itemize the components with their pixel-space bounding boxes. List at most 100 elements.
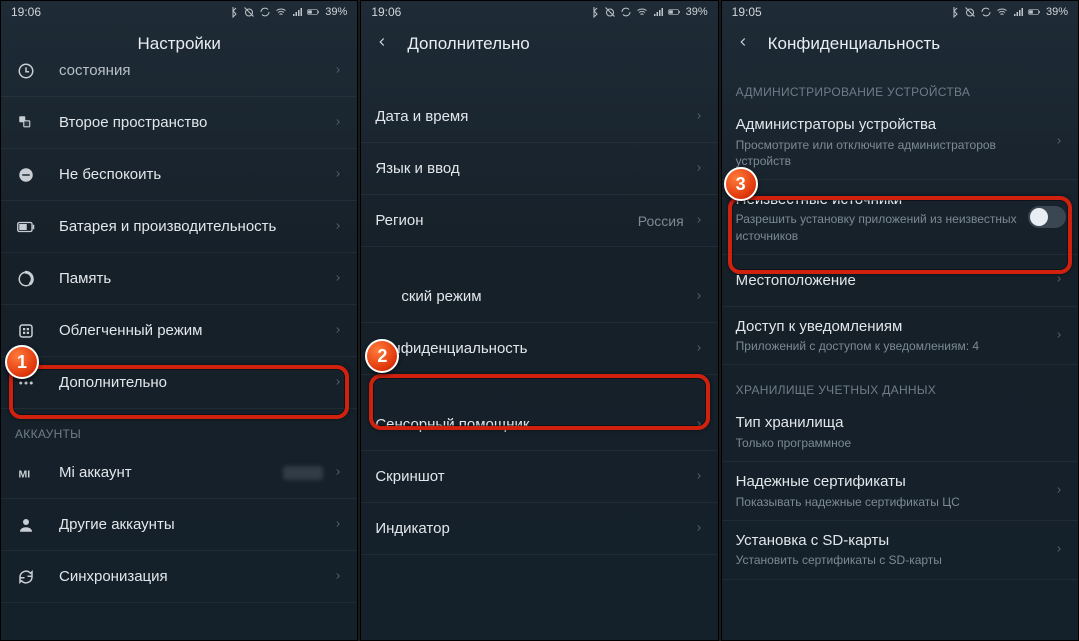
bluetooth-icon	[588, 6, 600, 18]
row-language[interactable]: Язык и ввод	[361, 143, 717, 195]
row-label: Батарея и производительность	[59, 217, 333, 237]
status-icons	[227, 6, 319, 18]
row-dnd[interactable]: Не беспокоить	[1, 149, 357, 201]
row-label: Надежные сертификаты	[736, 472, 1054, 492]
row-sync[interactable]: Синхронизация	[1, 551, 357, 603]
blurred-value	[283, 466, 323, 480]
row-label: ский режим	[401, 287, 693, 307]
row-label: Второе пространство	[59, 113, 333, 133]
row-label: Синхронизация	[59, 567, 333, 587]
row-partial-mode[interactable]: ский режим	[361, 271, 717, 323]
phone-screen-1: 19:06 39% Настройки состояния Второе про…	[0, 0, 358, 641]
row-storage-type[interactable]: Тип хранилища Только программное	[722, 403, 1078, 462]
row-second-space[interactable]: Второе пространство	[1, 97, 357, 149]
privacy-list[interactable]: АДМИНИСТРИРОВАНИЕ УСТРОЙСТВА Администрат…	[722, 67, 1078, 580]
chevron-right-icon	[1054, 327, 1064, 345]
row-privacy[interactable]: Конфиденциальность	[361, 323, 717, 375]
row-sublabel: Показывать надежные сертификаты ЦС	[736, 494, 1054, 510]
row-label: Дата и время	[375, 107, 693, 127]
row-sublabel: Разрешить установку приложений из неизве…	[736, 211, 1022, 243]
row-other-accounts[interactable]: Другие аккаунты	[1, 499, 357, 551]
chevron-right-icon	[694, 108, 704, 126]
row-mi-account[interactable]: MI Mi аккаунт	[1, 447, 357, 499]
chevron-right-icon	[1054, 133, 1064, 151]
sync-icon	[980, 6, 992, 18]
battery-icon	[668, 6, 680, 18]
row-label: Установка с SD-карты	[736, 531, 1054, 551]
settings-list[interactable]: состояния Второе пространство Не беспоко…	[1, 45, 357, 603]
row-value: Россия	[638, 213, 684, 229]
chevron-right-icon	[1054, 482, 1064, 500]
battery-icon	[1028, 6, 1040, 18]
status-icons	[948, 6, 1040, 18]
header-title: Конфиденциальность	[768, 34, 940, 54]
lite-mode-icon	[15, 320, 37, 342]
step-badge-3: 3	[724, 167, 758, 201]
status-time: 19:06	[11, 5, 41, 19]
row-additional[interactable]: Дополнительно	[1, 357, 357, 409]
back-button[interactable]	[375, 35, 389, 54]
wifi-icon	[275, 6, 287, 18]
row-status-icons[interactable]: состояния	[1, 45, 357, 97]
chevron-right-icon	[333, 114, 343, 132]
status-time: 19:06	[371, 5, 401, 19]
row-sublabel: Приложений с доступом к уведомлениям: 4	[736, 338, 1054, 354]
status-bar: 19:06 39%	[361, 1, 717, 21]
battery-perf-icon	[15, 216, 37, 238]
battery-percent: 39%	[1046, 6, 1068, 18]
row-install-sd[interactable]: Установка с SD-карты Установить сертифик…	[722, 521, 1078, 580]
row-indicator[interactable]: Индикатор	[361, 503, 717, 555]
alarm-off-icon	[243, 6, 255, 18]
row-label: Язык и ввод	[375, 159, 693, 179]
chevron-right-icon	[333, 218, 343, 236]
row-sublabel: Только программное	[736, 435, 1064, 451]
section-accounts: АККАУНТЫ	[1, 409, 357, 447]
chevron-right-icon	[333, 516, 343, 534]
row-unknown-sources[interactable]: Неизвестные источники Разрешить установк…	[722, 180, 1078, 255]
row-label: Местоположение	[736, 271, 1054, 291]
row-lite-mode[interactable]: Облегченный режим	[1, 305, 357, 357]
row-label: Облегченный режим	[59, 321, 333, 341]
row-label: Доступ к уведомлениям	[736, 317, 1054, 337]
row-sublabel: Установить сертификаты с SD-карты	[736, 552, 1054, 568]
row-battery[interactable]: Батарея и производительность	[1, 201, 357, 253]
row-device-admins[interactable]: Администраторы устройства Просмотрите ил…	[722, 105, 1078, 180]
chevron-right-icon	[1054, 541, 1064, 559]
additional-list[interactable]: Дата и время Язык и ввод Регион Россия с…	[361, 67, 717, 555]
chevron-right-icon	[694, 520, 704, 538]
status-time: 19:05	[732, 5, 762, 19]
row-notification-access[interactable]: Доступ к уведомлениям Приложений с досту…	[722, 307, 1078, 366]
dnd-icon	[15, 164, 37, 186]
spacer	[361, 247, 717, 271]
back-button[interactable]	[736, 35, 750, 54]
memory-icon	[15, 268, 37, 290]
screen-header: Дополнительно	[361, 21, 717, 67]
chevron-right-icon	[694, 340, 704, 358]
status-bar: 19:06 39%	[1, 1, 357, 21]
signal-icon	[652, 6, 664, 18]
row-touch-assistant[interactable]: Сенсорный помощник	[361, 399, 717, 451]
status-bar: 19:05 39%	[722, 1, 1078, 21]
row-sublabel: Просмотрите или отключите администраторо…	[736, 137, 1054, 169]
bluetooth-icon	[948, 6, 960, 18]
row-memory[interactable]: Память	[1, 253, 357, 305]
unknown-sources-toggle[interactable]	[1028, 206, 1066, 228]
battery-icon	[307, 6, 319, 18]
sync-row-icon	[15, 566, 37, 588]
chevron-right-icon	[333, 270, 343, 288]
chevron-right-icon	[694, 160, 704, 178]
row-screenshot[interactable]: Скриншот	[361, 451, 717, 503]
row-date-time[interactable]: Дата и время	[361, 91, 717, 143]
row-location[interactable]: Местоположение	[722, 255, 1078, 307]
signal-icon	[1012, 6, 1024, 18]
row-label: состояния	[59, 61, 333, 81]
chevron-right-icon	[694, 212, 704, 230]
alarm-off-icon	[964, 6, 976, 18]
row-label: Тип хранилища	[736, 413, 1064, 433]
row-label: Mi аккаунт	[59, 463, 283, 483]
row-trusted-certs[interactable]: Надежные сертификаты Показывать надежные…	[722, 462, 1078, 521]
person-icon	[15, 514, 37, 536]
row-label: Не беспокоить	[59, 165, 333, 185]
row-region[interactable]: Регион Россия	[361, 195, 717, 247]
chevron-right-icon	[333, 568, 343, 586]
